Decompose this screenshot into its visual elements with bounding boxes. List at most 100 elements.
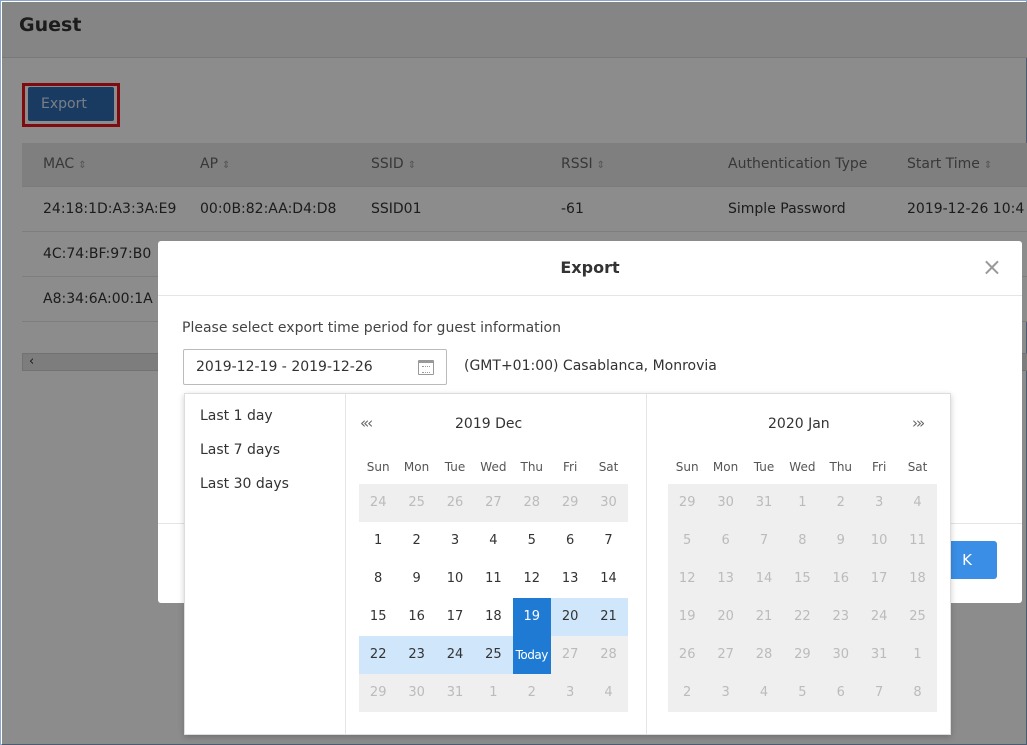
calendar-day[interactable]: 20 xyxy=(706,598,745,636)
calendar-day[interactable]: 4 xyxy=(744,674,784,712)
calendar-day[interactable]: 30 xyxy=(706,484,745,522)
calendar-day[interactable]: 7 xyxy=(589,522,627,560)
calendar-day[interactable]: 16 xyxy=(397,598,435,636)
calendar-day[interactable]: 4 xyxy=(474,522,512,560)
calendar-day[interactable]: 18 xyxy=(474,598,512,636)
calendar-day[interactable]: 2 xyxy=(821,484,860,522)
calendar-day[interactable]: 15 xyxy=(783,560,822,598)
calendar-day[interactable]: 18 xyxy=(898,560,937,598)
calendar-grid: Sun Mon Tue Wed Thu Fri Sat 24 25 26 27 28 29 30 1 2 3 4 5… xyxy=(359,450,628,712)
calendar-week: 22 23 24 25 Today 27 28 xyxy=(359,636,628,674)
calendar-day[interactable]: 15 xyxy=(359,598,397,636)
weekday-label: Sun xyxy=(675,460,699,474)
calendar-day[interactable]: 24 xyxy=(435,636,475,674)
calendar-day[interactable]: 4 xyxy=(589,674,628,712)
calendar-day[interactable]: 24 xyxy=(859,598,899,636)
calendar-day[interactable]: 8 xyxy=(359,560,397,598)
calendar-day[interactable]: 29 xyxy=(550,484,590,522)
calendar-day[interactable]: 8 xyxy=(783,522,822,560)
calendar-day[interactable]: 11 xyxy=(898,522,937,560)
calendar-day[interactable]: 1 xyxy=(359,522,397,560)
calendar-day[interactable]: 17 xyxy=(859,560,899,598)
calendar-day[interactable]: 2 xyxy=(512,674,551,712)
calendar-day[interactable]: 28 xyxy=(589,636,628,674)
calendar-day[interactable]: 11 xyxy=(474,560,512,598)
range-last-30-days[interactable]: Last 30 days xyxy=(200,476,289,492)
calendar-day[interactable]: 31 xyxy=(744,484,784,522)
calendar-day[interactable]: 5 xyxy=(783,674,822,712)
calendar-day[interactable]: 7 xyxy=(744,522,784,560)
calendar-day[interactable]: 14 xyxy=(744,560,784,598)
calendar-day[interactable]: 6 xyxy=(551,522,589,560)
date-range-input[interactable]: 2019-12-19 - 2019-12-26 xyxy=(183,349,447,385)
calendar-day[interactable]: 19 xyxy=(668,598,707,636)
calendar-week: 2345678 xyxy=(668,674,937,712)
calendar-day[interactable]: 26 xyxy=(435,484,475,522)
calendar-day[interactable]: 9 xyxy=(821,522,860,560)
calendar-day[interactable]: 9 xyxy=(397,560,435,598)
calendar-day[interactable]: 19 xyxy=(512,598,551,636)
calendar-day[interactable]: 13 xyxy=(551,560,589,598)
calendar-day[interactable]: 31 xyxy=(859,636,899,674)
calendar-day[interactable]: 30 xyxy=(397,674,436,712)
calendar-day[interactable]: 2 xyxy=(397,522,435,560)
calendar-day[interactable]: 30 xyxy=(589,484,628,522)
calendar-icon[interactable] xyxy=(418,360,434,375)
calendar-day[interactable]: 28 xyxy=(744,636,784,674)
date-range-value: 2019-12-19 - 2019-12-26 xyxy=(196,359,373,375)
calendar-day[interactable]: 29 xyxy=(783,636,822,674)
calendar-day[interactable]: 27 xyxy=(550,636,590,674)
calendar-day[interactable]: 3 xyxy=(436,522,474,560)
calendar-week: 24 25 26 27 28 29 30 xyxy=(359,484,628,522)
calendar-day[interactable]: 22 xyxy=(783,598,822,636)
calendar-day[interactable]: 12 xyxy=(513,560,551,598)
range-last-1-day[interactable]: Last 1 day xyxy=(200,408,273,424)
calendar-day[interactable]: 3 xyxy=(550,674,590,712)
calendar-day[interactable]: 20 xyxy=(550,598,590,636)
calendar-day[interactable]: 4 xyxy=(898,484,937,522)
calendar-day[interactable]: 12 xyxy=(668,560,707,598)
prev-month-icon[interactable]: «‹ xyxy=(360,414,373,432)
calendar-day[interactable]: 31 xyxy=(435,674,475,712)
calendar-day[interactable]: 28 xyxy=(512,484,551,522)
calendar-day[interactable]: 10 xyxy=(859,522,899,560)
calendar-day[interactable]: 21 xyxy=(744,598,784,636)
calendar-day[interactable]: 1 xyxy=(474,674,513,712)
calendar-day[interactable]: 13 xyxy=(706,560,745,598)
calendar-day[interactable]: 26 xyxy=(668,636,707,674)
calendar-day[interactable]: 1 xyxy=(783,484,822,522)
calendar-day[interactable]: 5 xyxy=(513,522,551,560)
calendar-day[interactable]: 3 xyxy=(706,674,745,712)
calendar-day[interactable]: 22 xyxy=(359,636,398,674)
range-last-7-days[interactable]: Last 7 days xyxy=(200,442,280,458)
calendar-day[interactable]: 3 xyxy=(859,484,899,522)
calendar-day[interactable]: 29 xyxy=(668,484,707,522)
calendar-day[interactable]: 29 xyxy=(359,674,398,712)
calendar-day[interactable]: 17 xyxy=(436,598,474,636)
calendar-day[interactable]: 16 xyxy=(821,560,860,598)
calendar-day[interactable]: 8 xyxy=(898,674,937,712)
calendar-day[interactable]: 1 xyxy=(898,636,937,674)
calendar-day[interactable]: 7 xyxy=(859,674,899,712)
calendar-day[interactable]: 25 xyxy=(397,484,436,522)
calendar-day[interactable]: 10 xyxy=(436,560,474,598)
calendar-day[interactable]: 27 xyxy=(706,636,745,674)
calendar-day[interactable]: Today xyxy=(512,636,551,674)
calendar-day[interactable]: 24 xyxy=(359,484,398,522)
calendar-day[interactable]: 23 xyxy=(821,598,860,636)
calendar-day[interactable]: 25 xyxy=(474,636,513,674)
calendar-day[interactable]: 6 xyxy=(706,522,745,560)
calendar-day[interactable]: 30 xyxy=(821,636,860,674)
calendar-day[interactable]: 23 xyxy=(397,636,436,674)
calendar-day[interactable]: 21 xyxy=(589,598,628,636)
close-icon[interactable]: × xyxy=(982,255,1002,279)
calendar-day[interactable]: 6 xyxy=(821,674,860,712)
next-month-icon[interactable]: ›» xyxy=(912,414,925,432)
calendar-day[interactable]: 14 xyxy=(589,560,627,598)
calendar-day[interactable]: 5 xyxy=(668,522,707,560)
calendar-day[interactable]: 2 xyxy=(668,674,707,712)
calendar-day[interactable]: 27 xyxy=(474,484,513,522)
calendar-day[interactable]: 25 xyxy=(898,598,937,636)
calendar-january: 2020 Jan ›» Sun Mon Tue Wed Thu Fri Sat 29 30 31 1… xyxy=(648,394,951,734)
calendar-month-title: 2020 Jan xyxy=(768,416,830,432)
